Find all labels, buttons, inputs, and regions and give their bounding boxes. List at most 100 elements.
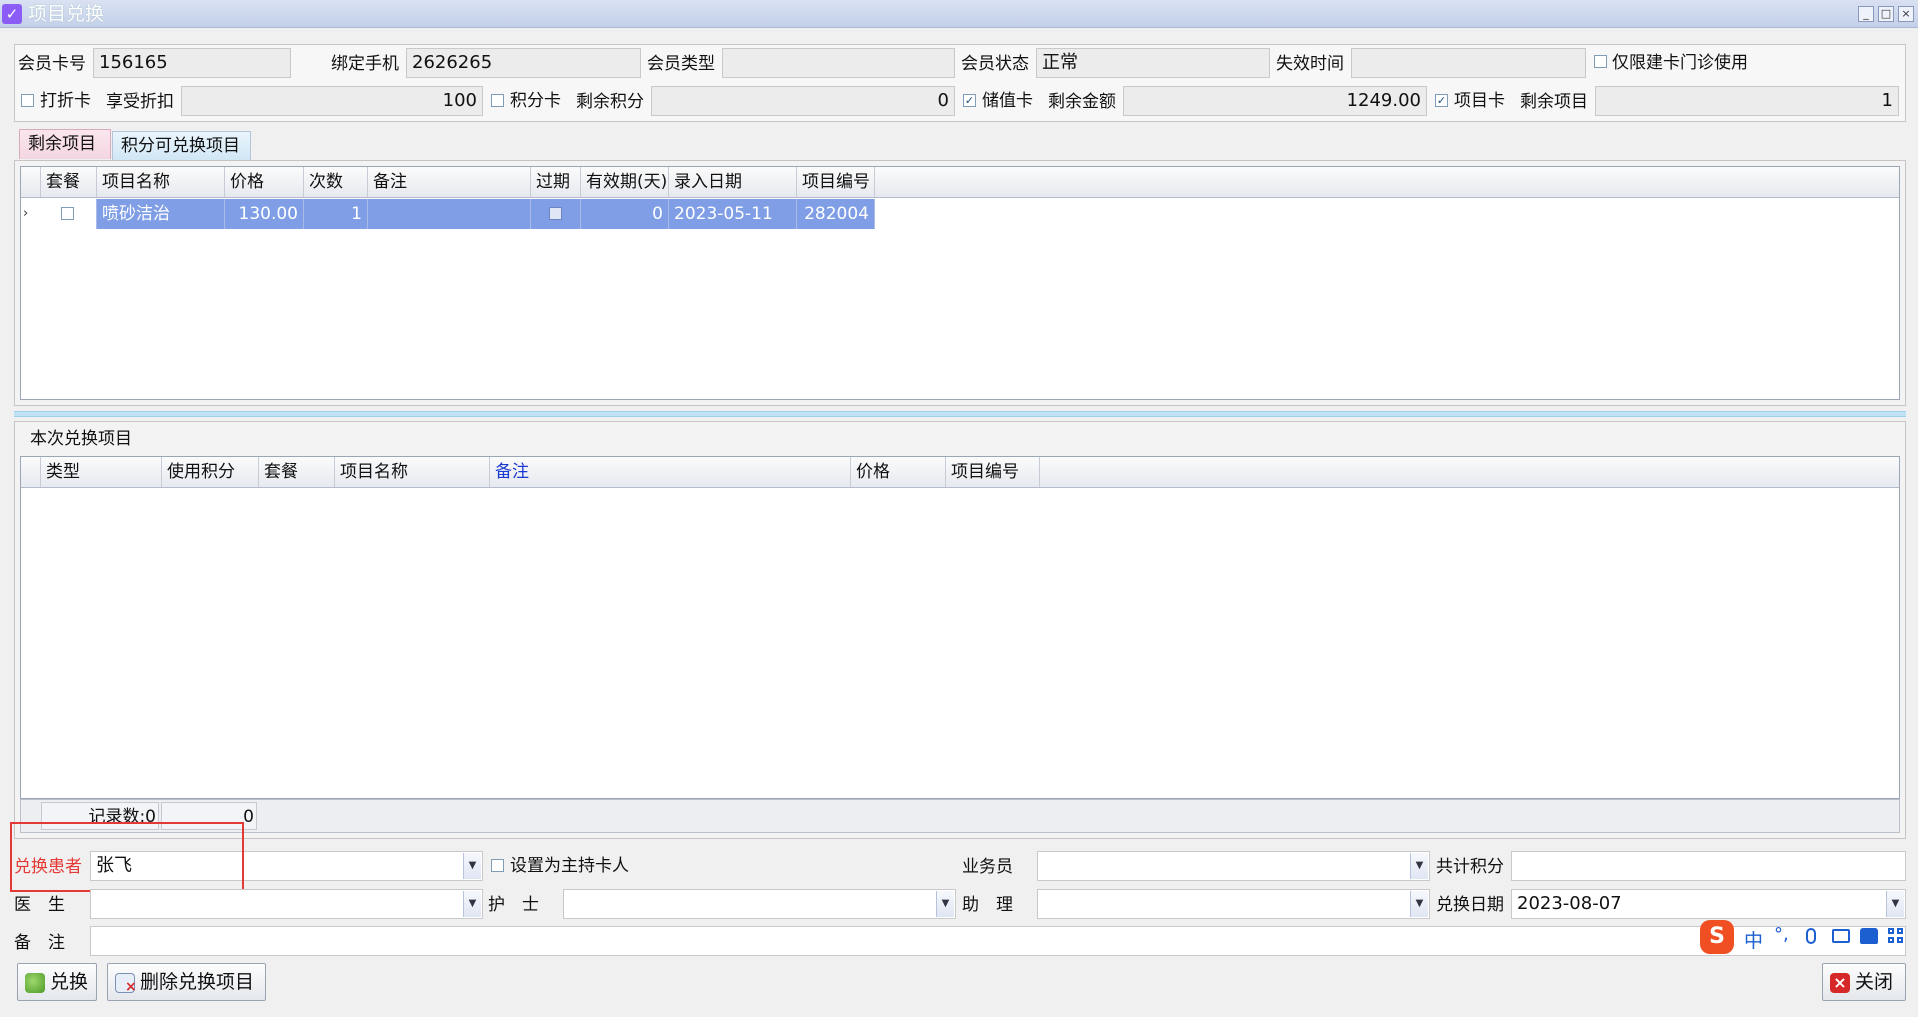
- member-status-label: 会员状态: [961, 54, 1029, 74]
- price-cell: 130.00: [225, 199, 304, 229]
- item-code-cell: 282004: [797, 199, 875, 229]
- salesman-combobox[interactable]: ▼: [1037, 851, 1430, 881]
- exchange-button[interactable]: 兑换: [17, 963, 97, 1001]
- col-points-used[interactable]: 使用积分: [162, 457, 259, 487]
- expire-label: 失效时间: [1276, 54, 1344, 74]
- skin-shirt-icon[interactable]: [1860, 928, 1878, 944]
- col-item-name[interactable]: 项目名称: [335, 457, 490, 487]
- exchange-date-label: 兑换日期: [1436, 895, 1504, 915]
- sogou-ime-icon[interactable]: S: [1700, 920, 1734, 954]
- delete-exchange-item-button[interactable]: × 删除兑换项目: [107, 963, 266, 1001]
- valid-days-cell: 0: [581, 199, 669, 229]
- date-dropdown-chevron-icon[interactable]: ▼: [1886, 891, 1904, 917]
- exchange-date-value: 2023-08-07: [1517, 893, 1622, 914]
- close-window-button[interactable]: ×: [1898, 6, 1914, 22]
- col-count[interactable]: 次数: [304, 167, 368, 197]
- set-holder-checkbox[interactable]: [491, 859, 504, 872]
- keyboard-icon[interactable]: [1832, 929, 1850, 943]
- total-points-label: 共计积分: [1436, 857, 1504, 877]
- card-no-field[interactable]: 156165: [93, 48, 291, 78]
- close-button-label: 关闭: [1855, 971, 1894, 993]
- items-left-field[interactable]: 1: [1595, 86, 1899, 116]
- panel-splitter[interactable]: [14, 411, 1906, 417]
- item-card-checkbox[interactable]: ✓: [1435, 94, 1448, 107]
- exchange-button-label: 兑换: [50, 971, 89, 993]
- window-title: 项目兑换: [28, 3, 105, 25]
- col-note[interactable]: 备注: [490, 457, 851, 487]
- col-type[interactable]: 类型: [41, 457, 162, 487]
- note-cell: [368, 199, 531, 229]
- balance-field[interactable]: 1249.00: [1123, 86, 1427, 116]
- phone-field[interactable]: 2626265: [406, 48, 641, 78]
- col-price[interactable]: 价格: [851, 457, 946, 487]
- toolbox-grid-icon[interactable]: [1888, 928, 1904, 944]
- points-card-label: 积分卡: [510, 91, 561, 111]
- tab-points-exchangeable[interactable]: 积分可兑换项目: [112, 131, 251, 161]
- title-bar: ✓ 项目兑换 _ □ ×: [0, 0, 1918, 28]
- remaining-grid-header: 套餐 项目名称 价格 次数 备注 过期 有效期(天) 录入日期 项目编号: [21, 167, 1899, 198]
- doctor-dropdown-chevron-icon[interactable]: ▼: [463, 891, 481, 917]
- clinic-only-checkbox[interactable]: [1594, 55, 1607, 68]
- assistant-combobox[interactable]: ▼: [1037, 889, 1430, 919]
- col-valid-days[interactable]: 有效期(天): [581, 167, 669, 197]
- points-card-checkbox[interactable]: [491, 94, 504, 107]
- expired-cell[interactable]: [531, 199, 581, 229]
- row-indicator-header: [21, 457, 41, 487]
- discount-card-checkbox[interactable]: [21, 94, 34, 107]
- items-left-label: 剩余项目: [1520, 92, 1588, 112]
- package-checkbox[interactable]: [61, 207, 74, 220]
- exchange-date-picker[interactable]: 2023-08-07 ▼: [1511, 889, 1906, 919]
- exchange-grid-header: 类型 使用积分 套餐 项目名称 备注 价格 项目编号: [21, 457, 1899, 488]
- card-no-label: 会员卡号: [18, 54, 86, 74]
- col-note[interactable]: 备注: [368, 167, 531, 197]
- package-cell[interactable]: [41, 199, 97, 229]
- nurse-combobox[interactable]: ▼: [563, 889, 956, 919]
- delete-grid-icon: ×: [115, 973, 137, 994]
- close-x-icon: ×: [1830, 973, 1850, 993]
- microphone-icon[interactable]: [1806, 928, 1816, 944]
- col-package[interactable]: 套餐: [259, 457, 335, 487]
- col-package[interactable]: 套餐: [41, 167, 97, 197]
- app-check-icon: ✓: [2, 4, 22, 24]
- minimize-button[interactable]: _: [1858, 6, 1874, 22]
- nurse-dropdown-chevron-icon[interactable]: ▼: [936, 891, 954, 917]
- points-left-label: 剩余积分: [576, 92, 644, 112]
- member-type-field[interactable]: [722, 48, 955, 78]
- exchange-items-grid: 类型 使用积分 套餐 项目名称 备注 价格 项目编号: [20, 456, 1900, 799]
- discount-field[interactable]: 100: [181, 86, 483, 116]
- member-type-label: 会员类型: [647, 54, 715, 74]
- member-status-field[interactable]: 正常: [1036, 48, 1270, 78]
- ime-lang-indicator[interactable]: 中: [1744, 926, 1763, 953]
- salesman-label: 业务员: [962, 857, 1013, 877]
- patient-dropdown-chevron-icon[interactable]: ▼: [463, 853, 481, 879]
- table-row[interactable]: 喷砂洁治 130.00 1 0 2023-05-11 282004: [41, 199, 875, 229]
- assistant-label: 助 理: [962, 895, 1013, 915]
- col-entry-date[interactable]: 录入日期: [669, 167, 797, 197]
- close-button[interactable]: × 关闭: [1822, 963, 1906, 1001]
- note-field[interactable]: [90, 926, 1906, 956]
- discount-label: 享受折扣: [106, 92, 174, 112]
- salesman-dropdown-chevron-icon[interactable]: ▼: [1410, 853, 1428, 879]
- remaining-items-grid: 套餐 项目名称 价格 次数 备注 过期 有效期(天) 录入日期 项目编号 › 喷…: [20, 166, 1900, 400]
- punctuation-icon[interactable]: °,: [1774, 924, 1789, 945]
- col-item-code[interactable]: 项目编号: [797, 167, 875, 197]
- delete-button-label: 删除兑换项目: [140, 971, 255, 993]
- exchange-grid-footer: 记录数:0 0: [20, 799, 1900, 833]
- entry-date-cell: 2023-05-11: [669, 199, 797, 229]
- col-item-code[interactable]: 项目编号: [946, 457, 1040, 487]
- assistant-dropdown-chevron-icon[interactable]: ▼: [1410, 891, 1428, 917]
- ime-toolbar: S 中 °,: [1700, 918, 1912, 956]
- col-price[interactable]: 价格: [225, 167, 304, 197]
- col-item-name[interactable]: 项目名称: [97, 167, 225, 197]
- total-points-field[interactable]: [1511, 851, 1906, 881]
- expired-checkbox[interactable]: [549, 207, 562, 220]
- points-left-field[interactable]: 0: [651, 86, 955, 116]
- exchange-section-title: 本次兑换项目: [30, 429, 132, 449]
- tab-remaining-items[interactable]: 剩余项目: [19, 129, 111, 159]
- set-holder-label: 设置为主持卡人: [510, 856, 629, 876]
- expire-field[interactable]: [1351, 48, 1586, 78]
- col-expired[interactable]: 过期: [531, 167, 581, 197]
- stored-card-checkbox[interactable]: ✓: [963, 94, 976, 107]
- doctor-combobox[interactable]: ▼: [90, 889, 483, 919]
- restore-button[interactable]: □: [1878, 6, 1894, 22]
